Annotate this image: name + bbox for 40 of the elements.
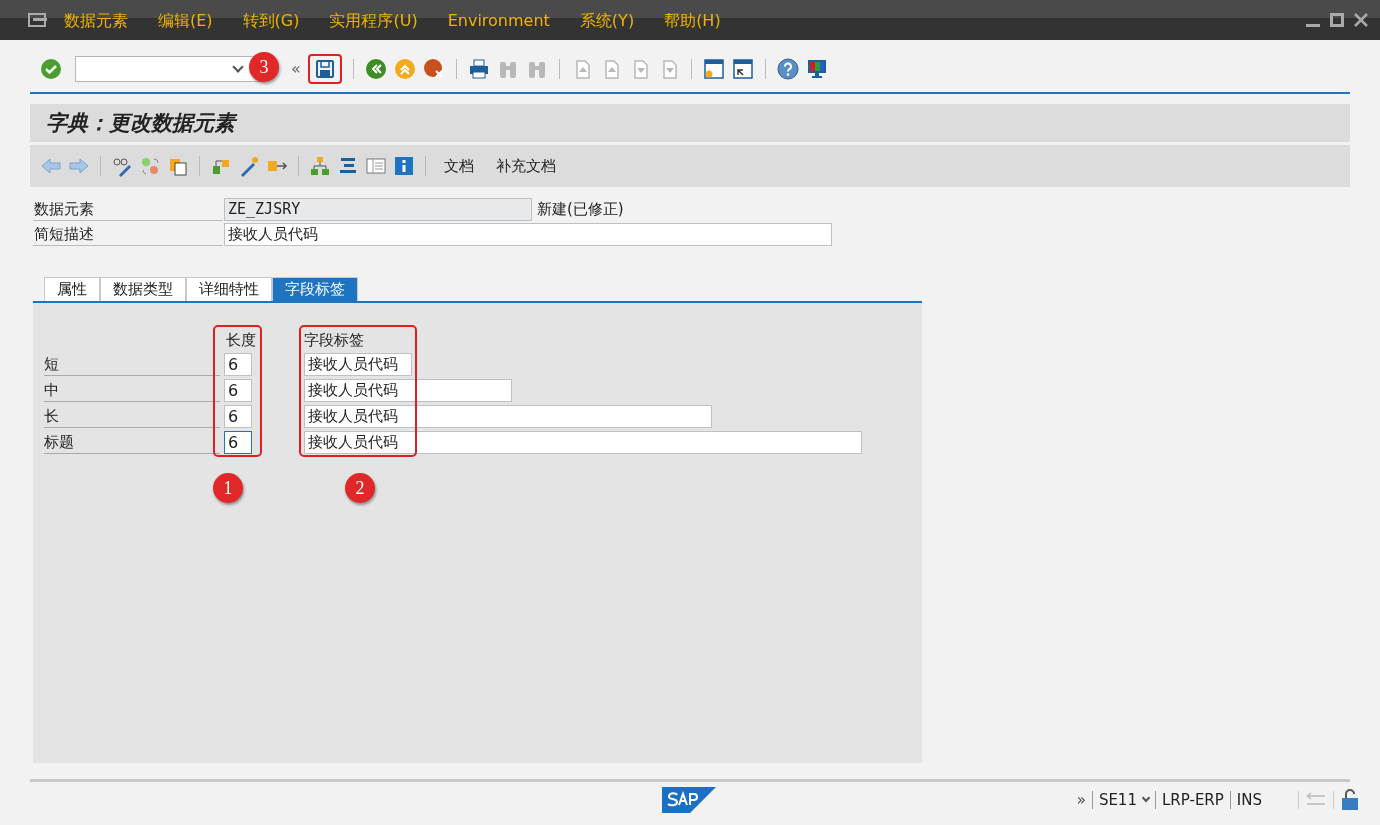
length-field[interactable]: 6: [224, 352, 252, 376]
label-field[interactable]: 接收人员代码: [304, 352, 412, 376]
transaction-code[interactable]: SE11: [1098, 788, 1137, 812]
toolbar-text-button[interactable]: 补充文档: [488, 154, 564, 178]
menu-item[interactable]: 系统(Y): [579, 8, 635, 33]
collapse-icon[interactable]: «: [291, 57, 301, 81]
row-label: 长: [44, 404, 220, 428]
tab[interactable]: 数据类型: [100, 277, 186, 301]
tab[interactable]: 详细特性: [186, 277, 272, 301]
menu-item[interactable]: 实用程序(U): [329, 8, 418, 33]
text-field[interactable]: 接收人员代码: [224, 222, 832, 246]
menu-item[interactable]: 编辑(E): [158, 8, 213, 33]
tab[interactable]: 字段标签: [272, 277, 358, 301]
tab[interactable]: 属性: [44, 277, 100, 301]
field-label: 简短描述: [33, 222, 223, 246]
length-field[interactable]: 6: [224, 404, 252, 428]
text-field[interactable]: ZE_ZJSRY: [224, 197, 532, 221]
label-field[interactable]: 接收人员代码: [304, 404, 712, 428]
label-field[interactable]: 接收人员代码: [304, 378, 512, 402]
annotation-number: 1: [213, 473, 243, 503]
column-heading: 字段标签: [304, 329, 364, 351]
annotation-number: 3: [249, 52, 279, 82]
field-label: 数据元素: [33, 197, 223, 221]
column-heading: 长度: [225, 329, 257, 351]
menu-item[interactable]: 转到(G): [242, 8, 300, 33]
row-label: 短: [44, 352, 220, 376]
menu-item[interactable]: 帮助(H): [664, 8, 721, 33]
status-text: 新建(已修正): [537, 198, 624, 220]
menu-item[interactable]: 数据元素: [64, 8, 128, 33]
toolbar-text-button[interactable]: 文档: [436, 154, 482, 178]
length-field[interactable]: 6: [224, 378, 252, 402]
label-field[interactable]: 接收人员代码: [304, 430, 862, 454]
length-field[interactable]: 6: [224, 430, 252, 454]
menu-item[interactable]: Environment: [447, 8, 550, 33]
expand-icon[interactable]: »: [1076, 788, 1086, 812]
row-label: 中: [44, 378, 220, 402]
system-name: LRP-ERP: [1161, 789, 1224, 811]
row-label: 标题: [44, 430, 220, 454]
annotation-number: 2: [345, 473, 375, 503]
input-mode: INS: [1236, 789, 1262, 811]
